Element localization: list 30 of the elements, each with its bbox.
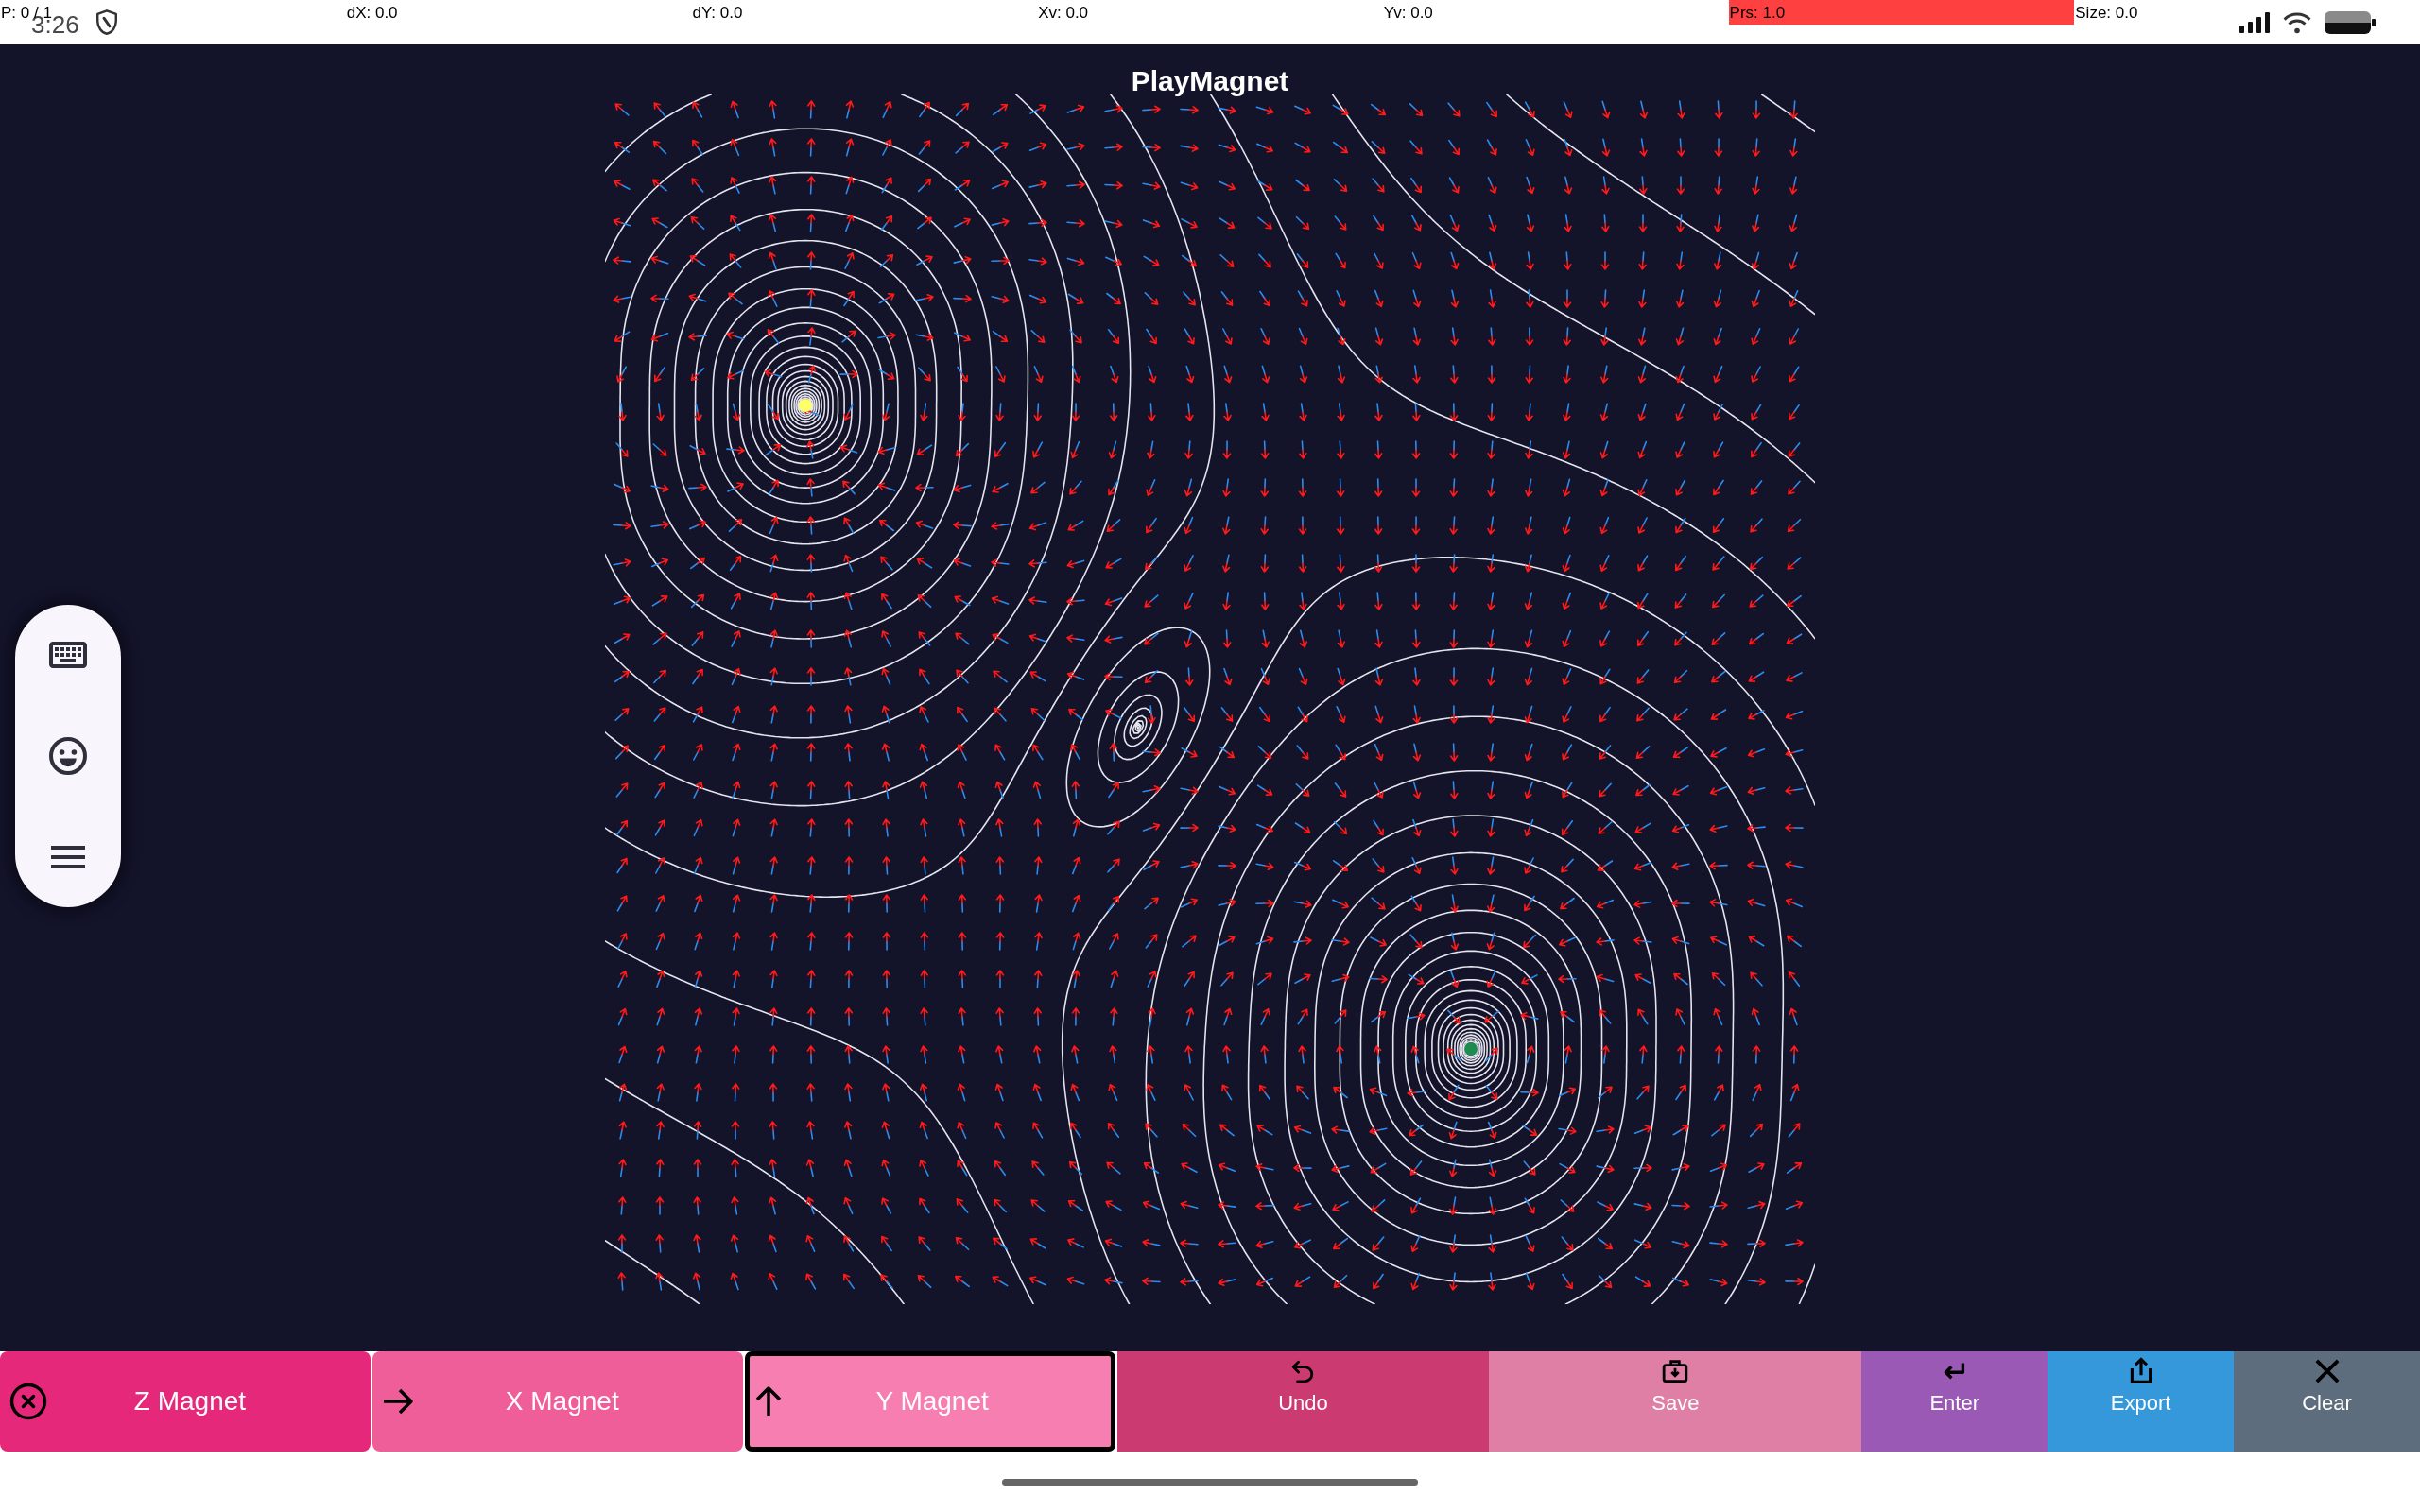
toolbar-button[interactable]: Enter [1861, 1351, 2048, 1452]
app-title: PlayMagnet [1131, 68, 1289, 94]
smiley-face-icon[interactable] [49, 737, 87, 775]
magnet-button[interactable]: Z Magnet [0, 1351, 371, 1452]
undo-icon [1291, 1359, 1315, 1383]
magnet-button[interactable]: X Magnet [372, 1351, 743, 1452]
toolbar-button[interactable]: Export [2048, 1351, 2235, 1452]
toolbar-button[interactable]: Clear [2234, 1351, 2420, 1452]
readout-text: Xv: 0.0 [1038, 4, 1089, 21]
wifi-icon [2282, 10, 2312, 34]
arrow-up-icon [753, 1385, 783, 1418]
return-arrow-icon [1943, 1361, 1966, 1382]
toolbar-button[interactable]: Save [1489, 1351, 1862, 1452]
readout-text: Yv: 0.0 [1383, 4, 1433, 21]
readout-text: dX: 0.0 [346, 4, 398, 21]
shield-icon [95, 9, 117, 35]
magnet-button[interactable]: Y Magnet [744, 1351, 1115, 1452]
battery-icon [2325, 10, 2376, 34]
briefcase-arrow-icon [1662, 1359, 1689, 1383]
readout-text: Prs: 1.0 [1729, 4, 1786, 21]
readout-text: dY: 0.0 [692, 4, 743, 21]
close-icon [2314, 1359, 2340, 1383]
toolbar-button[interactable]: Undo [1116, 1351, 1490, 1452]
signal-icon [2239, 11, 2270, 33]
keyboard-icon[interactable] [49, 642, 87, 669]
arrow-right-icon [381, 1387, 414, 1416]
menu-icon[interactable] [51, 845, 85, 868]
share-icon [2129, 1357, 2152, 1385]
readout-text: Size: 0.0 [2075, 4, 2138, 21]
circled-x-icon [9, 1383, 47, 1420]
